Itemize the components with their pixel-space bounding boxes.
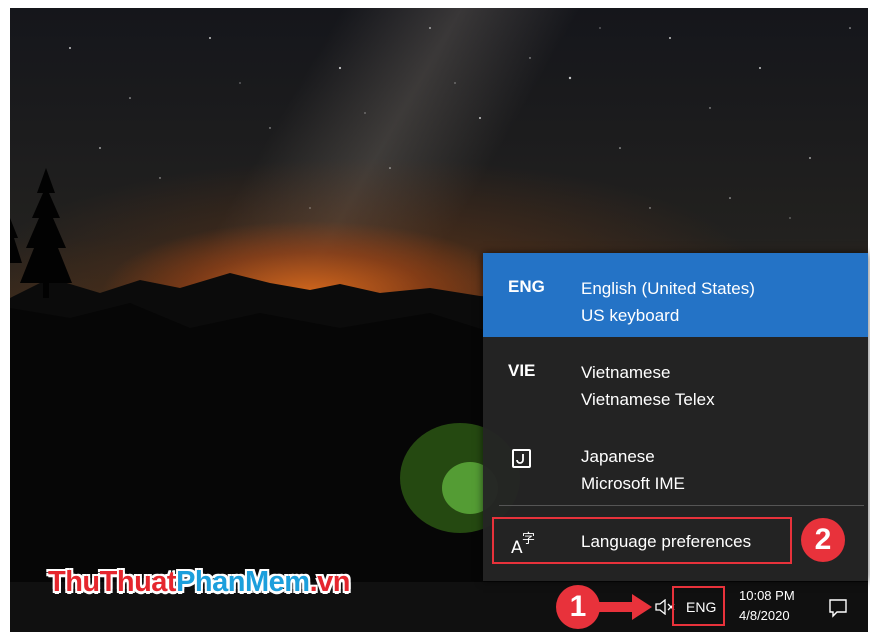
language-name: Vietnamese — [581, 363, 671, 382]
step-2-badge: 2 — [801, 518, 845, 562]
flyout-divider — [499, 505, 864, 506]
language-code: VIE — [508, 361, 536, 380]
language-text: Japanese Microsoft IME — [581, 443, 685, 497]
language-item-english[interactable]: ENG English (United States) US keyboard — [483, 253, 868, 337]
language-code: ENG — [508, 277, 545, 296]
clock-time[interactable]: 10:08 PM — [739, 588, 795, 603]
language-item-japanese[interactable]: Japanese Microsoft IME — [483, 421, 868, 505]
keyboard-layout: US keyboard — [581, 306, 680, 325]
language-item-vietnamese[interactable]: VIE Vietnamese Vietnamese Telex — [483, 337, 868, 421]
language-name: English (United States) — [581, 279, 755, 298]
step-1-badge: 1 — [556, 585, 600, 629]
clock-date[interactable]: 4/8/2020 — [739, 608, 790, 623]
brand-part-2: PhanMem — [176, 566, 310, 598]
language-text: English (United States) US keyboard — [581, 275, 755, 329]
japanese-ime-icon — [512, 449, 531, 468]
brand-part-3: .vn — [309, 566, 351, 598]
highlight-language-preferences — [492, 517, 792, 564]
language-name: Japanese — [581, 447, 655, 466]
highlight-language-indicator — [672, 586, 725, 626]
keyboard-layout: Vietnamese Telex — [581, 390, 715, 409]
brand-logo: ThuThuatPhanMem.vn — [48, 566, 350, 599]
language-text: Vietnamese Vietnamese Telex — [581, 359, 715, 413]
brand-part-1: ThuThuat — [48, 566, 177, 598]
pointer-arrow — [596, 594, 652, 620]
keyboard-layout: Microsoft IME — [581, 474, 685, 493]
action-center-icon[interactable] — [828, 598, 848, 618]
